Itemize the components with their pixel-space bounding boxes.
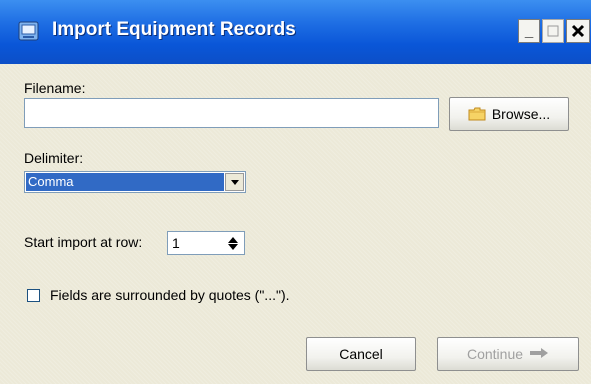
arrow-right-icon xyxy=(529,346,549,363)
close-button[interactable] xyxy=(566,19,590,43)
delimiter-value: Comma xyxy=(26,173,224,191)
filename-input[interactable] xyxy=(24,98,439,128)
start-row-value: 1 xyxy=(172,235,180,251)
decrement-icon[interactable] xyxy=(228,243,238,250)
delimiter-label: Delimiter: xyxy=(24,150,84,166)
import-dialog: Import Equipment Records _ Filename: Bro… xyxy=(0,0,591,384)
cancel-button[interactable]: Cancel xyxy=(306,337,416,371)
dropdown-arrow-button[interactable] xyxy=(225,173,244,191)
window-title: Import Equipment Records xyxy=(52,19,296,40)
folder-icon xyxy=(468,107,486,121)
continue-label: Continue xyxy=(466,346,524,362)
maximize-icon xyxy=(547,25,559,37)
close-icon xyxy=(571,24,585,38)
continue-button[interactable]: Continue xyxy=(437,337,579,371)
cancel-label: Cancel xyxy=(339,346,383,362)
quotes-checkbox[interactable] xyxy=(27,289,40,302)
delimiter-select[interactable]: Comma xyxy=(24,171,246,193)
browse-label: Browse... xyxy=(491,106,551,122)
maximize-button[interactable] xyxy=(542,19,564,43)
app-icon xyxy=(18,20,40,42)
increment-icon[interactable] xyxy=(228,236,238,243)
browse-button[interactable]: Browse... xyxy=(449,97,569,131)
minimize-button[interactable]: _ xyxy=(518,19,540,43)
filename-label: Filename: xyxy=(24,80,86,96)
start-row-label: Start import at row: xyxy=(24,234,143,250)
chevron-down-icon xyxy=(230,179,239,185)
quotes-label[interactable]: Fields are surrounded by quotes ("..."). xyxy=(50,287,290,303)
start-row-stepper[interactable]: 1 xyxy=(167,231,245,255)
title-bar[interactable]: Import Equipment Records _ xyxy=(0,0,591,64)
stepper-buttons[interactable] xyxy=(224,234,242,252)
